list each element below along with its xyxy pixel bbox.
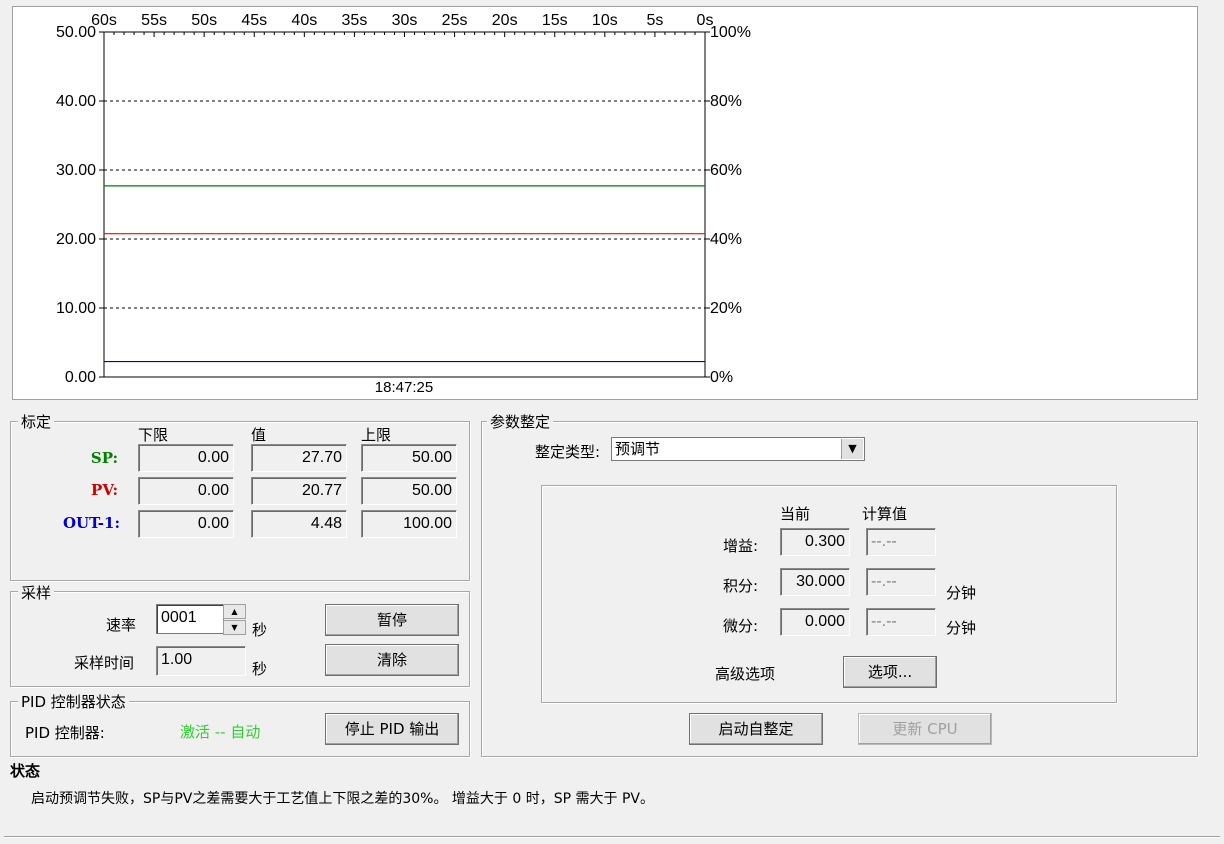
rate-unit: 秒: [252, 621, 268, 639]
x-tick-label: 55s: [141, 12, 167, 29]
sample-time-unit: 秒: [252, 660, 268, 678]
x-tick-label: 35s: [342, 12, 368, 29]
trend-chart: 50.00 100% 40.00 80% 30.00 60% 20.00 40% 10.00 20…: [56, 12, 751, 396]
integral-label: 积分:: [723, 577, 759, 595]
sp-high-field[interactable]: 50.00: [361, 444, 457, 472]
out1-high-field[interactable]: 100.00: [361, 510, 457, 538]
gain-current-field: 0.300: [780, 528, 850, 556]
y-left-tick-label: 50.00: [56, 24, 96, 41]
integral-calc-field: --.--: [866, 568, 936, 596]
rate-input[interactable]: 0001: [156, 604, 224, 634]
y-right-tick-label: 40%: [710, 231, 742, 248]
col-high-header: 上限: [361, 426, 392, 444]
y-right-tick-label: 80%: [710, 93, 742, 110]
derivative-label: 微分:: [723, 617, 759, 635]
derivative-unit: 分钟: [946, 619, 977, 637]
tuning-type-select[interactable]: 预调节 ▼: [611, 437, 865, 461]
stop-pid-output-button[interactable]: 停止 PID 输出: [325, 713, 459, 745]
x-tick-label: 10s: [592, 12, 618, 29]
pv-high-field[interactable]: 50.00: [361, 477, 457, 505]
y-left-tick-label: 0.00: [65, 369, 96, 386]
sampling-title: 采样: [18, 582, 55, 603]
x-tick-label: 15s: [542, 12, 568, 29]
sp-value-field: 27.70: [251, 444, 347, 472]
y-right-tick-label: 20%: [710, 300, 742, 317]
y-left-tick-label: 20.00: [56, 231, 96, 248]
x-tick-label: 45s: [241, 12, 267, 29]
tuning-type-label: 整定类型:: [535, 443, 601, 461]
x-tick-label: 5s: [646, 12, 663, 29]
pv-low-field[interactable]: 0.00: [138, 477, 234, 505]
y-left-tick-label: 30.00: [56, 162, 96, 179]
pid-state-text: 激活 -- 自动: [180, 723, 261, 741]
pause-button[interactable]: 暂停: [325, 604, 459, 636]
update-cpu-button: 更新 CPU: [858, 713, 992, 745]
derivative-calc-field: --.--: [866, 608, 936, 636]
integral-current-field: 30.000: [780, 568, 850, 596]
y-right-tick-label: 100%: [710, 24, 751, 41]
rate-label: 速率: [106, 616, 137, 634]
out1-value-field: 4.48: [251, 510, 347, 538]
x-tick-label: 0s: [697, 12, 714, 29]
status-title: 状态: [10, 762, 41, 780]
sample-time-field: 1.00: [156, 646, 246, 676]
gain-label: 增益:: [723, 537, 759, 555]
integral-unit: 分钟: [946, 584, 977, 602]
bottom-divider: [4, 836, 1220, 838]
pid-status-title: PID 控制器状态: [18, 691, 129, 712]
plot-area: [103, 31, 706, 378]
pv-label: PV:: [91, 481, 118, 499]
advanced-options-label: 高级选项: [715, 665, 776, 683]
x-tick-label: 30s: [392, 12, 418, 29]
col-calculated-header: 计算值: [862, 505, 908, 523]
sp-label: SP:: [90, 449, 118, 467]
x-tick-label: 60s: [91, 12, 117, 29]
tuning-type-value: 预调节: [615, 440, 661, 458]
time-label: 18:47:25: [375, 379, 433, 396]
calibration-title: 标定: [18, 411, 55, 432]
x-tick-label: 25s: [442, 12, 468, 29]
sample-time-label: 采样时间: [74, 654, 135, 672]
gain-calc-field: --.--: [866, 528, 936, 556]
sp-low-field: 0.00: [138, 444, 234, 472]
x-tick-label: 40s: [291, 12, 317, 29]
y-right-tick-label: 60%: [710, 162, 742, 179]
tuning-title: 参数整定: [487, 411, 554, 432]
options-button[interactable]: 选项...: [843, 656, 937, 688]
start-autotune-button[interactable]: 启动自整定: [689, 713, 823, 745]
col-current-header: 当前: [780, 505, 811, 523]
col-value-header: 值: [251, 426, 267, 444]
out1-label: OUT-1:: [62, 514, 120, 532]
status-message: 启动预调节失败，SP与PV之差需要大于工艺值上下限之差的30%。 增益大于 0 …: [31, 791, 654, 807]
pid-controller-label: PID 控制器:: [25, 724, 105, 742]
x-tick-label: 50s: [191, 12, 217, 29]
out1-low-field[interactable]: 0.00: [138, 510, 234, 538]
rate-spin-down-icon[interactable]: ▼: [223, 620, 246, 635]
x-tick-label: 20s: [492, 12, 518, 29]
rate-spin-up-icon[interactable]: ▲: [223, 604, 246, 619]
chevron-down-icon[interactable]: ▼: [841, 439, 863, 459]
y-left-tick-label: 40.00: [56, 93, 96, 110]
pv-value-field: 20.77: [251, 477, 347, 505]
col-low-header: 下限: [138, 426, 169, 444]
derivative-current-field: 0.000: [780, 608, 850, 636]
y-right-tick-label: 0%: [710, 369, 733, 386]
y-left-tick-label: 10.00: [56, 300, 96, 317]
clear-button[interactable]: 清除: [325, 644, 459, 676]
